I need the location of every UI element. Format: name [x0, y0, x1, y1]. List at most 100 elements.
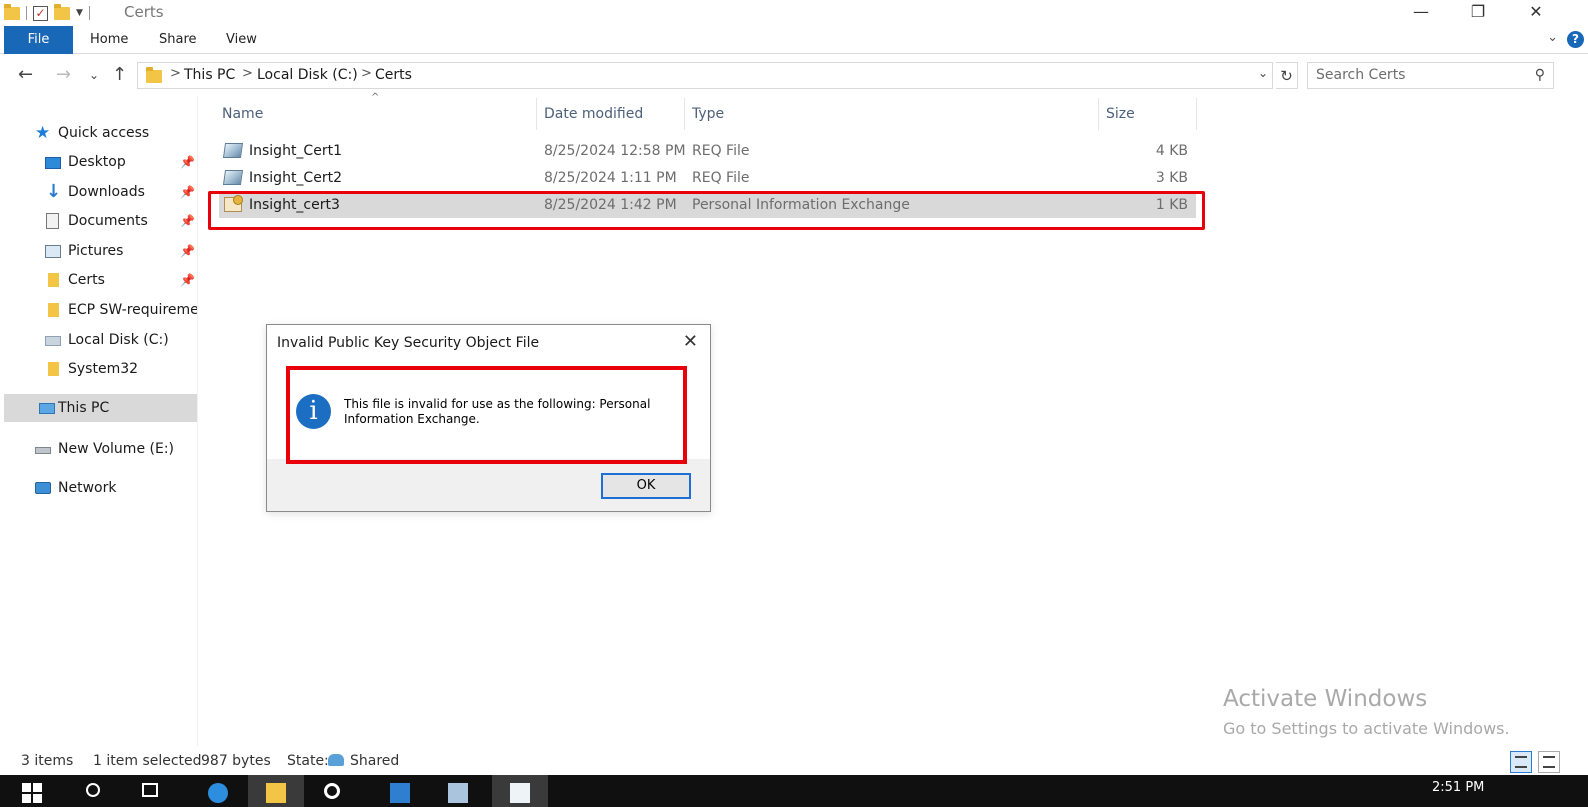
- sidebar-item-local-disk[interactable]: Local Disk (C:): [0, 326, 197, 354]
- star-icon: ★: [35, 123, 51, 143]
- column-divider[interactable]: [1196, 98, 1197, 130]
- breadcrumb-certs[interactable]: Certs: [375, 67, 412, 83]
- pictures-icon: [45, 245, 61, 258]
- pin-icon: 📌: [180, 185, 195, 199]
- computer-icon: [39, 403, 55, 414]
- search-icon[interactable]: ⚲: [1535, 67, 1545, 83]
- navigation-pane: ★ Quick access Desktop 📌 ↓ Downloads 📌 D…: [0, 96, 198, 746]
- file-size: 4 KB: [1155, 143, 1188, 159]
- sort-ascending-icon: ^: [371, 92, 380, 103]
- file-name: Insight_Cert1: [249, 143, 342, 159]
- breadcrumb-separator-icon[interactable]: >: [361, 66, 372, 81]
- search-box[interactable]: ⚲: [1307, 62, 1554, 89]
- properties-icon[interactable]: ✓: [33, 5, 48, 21]
- documents-icon: [46, 213, 59, 229]
- column-divider[interactable]: [684, 98, 685, 130]
- back-arrow-icon[interactable]: ←: [18, 64, 33, 85]
- recent-locations-chevron-icon[interactable]: ⌄: [89, 68, 99, 82]
- title-bar: ✓ ▼ Certs — ❐ ✕: [0, 0, 1588, 26]
- forward-arrow-icon[interactable]: →: [56, 64, 71, 85]
- close-icon[interactable]: ✕: [683, 331, 698, 352]
- file-row[interactable]: Insight_Cert2 8/25/2024 1:11 PM REQ File…: [219, 165, 1196, 191]
- breadcrumb-local-disk[interactable]: Local Disk (C:): [257, 67, 358, 83]
- folder-icon: [146, 67, 162, 83]
- task-view-button[interactable]: [124, 775, 180, 807]
- tab-file[interactable]: File: [4, 26, 73, 54]
- windows-logo-icon: [22, 783, 42, 803]
- sidebar-item-ecp-sw-requirements[interactable]: ECP SW-requiremer: [0, 296, 197, 324]
- sidebar-item-pictures[interactable]: Pictures 📌: [0, 237, 197, 265]
- column-header-type[interactable]: Type: [692, 98, 724, 130]
- sidebar-item-certs[interactable]: Certs 📌: [0, 266, 197, 294]
- file-explorer-button[interactable]: [248, 775, 304, 807]
- search-taskbar-button[interactable]: [68, 775, 124, 807]
- folder-icon: [48, 362, 59, 376]
- new-folder-icon[interactable]: [54, 3, 70, 20]
- sidebar-item-label: Network: [58, 480, 117, 496]
- details-view-button[interactable]: [1510, 751, 1532, 773]
- server-manager-icon: [390, 783, 410, 803]
- breadcrumb-separator-icon[interactable]: >: [242, 66, 253, 81]
- refresh-icon[interactable]: ↻: [1276, 62, 1298, 89]
- column-divider[interactable]: [536, 98, 537, 130]
- task-view-icon: [142, 783, 158, 797]
- column-header-name[interactable]: Name: [222, 98, 263, 130]
- address-dropdown-chevron-icon[interactable]: ⌄: [1258, 66, 1268, 80]
- sidebar-item-new-volume[interactable]: New Volume (E:): [0, 435, 197, 463]
- ribbon: File Home Share View ⌄ ?: [0, 26, 1588, 54]
- taskbar: 2:51 PM: [0, 775, 1588, 807]
- sidebar-item-documents[interactable]: Documents 📌: [0, 207, 197, 235]
- sidebar-item-label: New Volume (E:): [58, 441, 174, 457]
- sidebar-item-label: Certs: [68, 272, 105, 288]
- file-date: 8/25/2024 12:58 PM: [544, 143, 686, 159]
- start-button[interactable]: [4, 775, 60, 807]
- annotation-highlight-box: [208, 191, 1205, 230]
- settings-button[interactable]: [306, 775, 362, 807]
- file-size: 3 KB: [1155, 170, 1188, 186]
- search-input[interactable]: [1316, 63, 1526, 87]
- sidebar-item-desktop[interactable]: Desktop 📌: [0, 148, 197, 176]
- taskbar-clock[interactable]: 2:51 PM: [1432, 780, 1484, 795]
- close-button[interactable]: ✕: [1511, 0, 1561, 26]
- tab-view[interactable]: View: [226, 26, 257, 54]
- quick-access-toolbar: ✓ ▼: [4, 2, 90, 24]
- tab-share[interactable]: Share: [159, 26, 197, 54]
- sidebar-item-downloads[interactable]: ↓ Downloads 📌: [0, 178, 197, 206]
- help-button[interactable]: ?: [1567, 31, 1584, 48]
- tab-home[interactable]: Home: [90, 26, 128, 54]
- status-bar: 3 items 1 item selected 987 bytes State:…: [0, 750, 1588, 775]
- breadcrumb-separator-icon[interactable]: >: [170, 66, 181, 81]
- sidebar-item-quick-access[interactable]: ★ Quick access: [0, 119, 197, 147]
- folder-icon: [48, 303, 59, 317]
- download-icon: ↓: [46, 181, 62, 202]
- breadcrumb-this-pc[interactable]: This PC: [184, 67, 235, 83]
- folder-icon: [266, 783, 286, 803]
- certificate-manager-button[interactable]: [430, 775, 486, 807]
- server-manager-button[interactable]: [372, 775, 428, 807]
- file-row[interactable]: Insight_Cert1 8/25/2024 12:58 PM REQ Fil…: [219, 138, 1196, 164]
- column-divider[interactable]: [1098, 98, 1099, 130]
- customize-toolbar-chevron-icon[interactable]: ▼: [76, 8, 83, 18]
- item-count: 3 items: [21, 753, 74, 769]
- search-icon: [86, 783, 100, 797]
- column-header-size[interactable]: Size: [1106, 98, 1135, 130]
- expand-ribbon-chevron-icon[interactable]: ⌄: [1547, 30, 1558, 45]
- shared-icon: [325, 753, 347, 769]
- sidebar-item-this-pc[interactable]: This PC: [4, 394, 197, 422]
- column-header-date-modified[interactable]: Date modified: [544, 98, 643, 130]
- sidebar-item-system32[interactable]: System32: [0, 355, 197, 383]
- large-icons-view-button[interactable]: [1538, 751, 1560, 773]
- ok-button[interactable]: OK: [601, 473, 691, 499]
- minimize-button[interactable]: —: [1396, 0, 1446, 26]
- internet-explorer-button[interactable]: [190, 775, 246, 807]
- disk-icon: [45, 336, 61, 346]
- address-bar[interactable]: > This PC > Local Disk (C:) > Certs ⌄: [137, 62, 1273, 89]
- selection-count: 1 item selected: [93, 753, 202, 769]
- sidebar-item-network[interactable]: Network: [0, 474, 197, 502]
- notepad-button[interactable]: [492, 775, 548, 807]
- file-date: 8/25/2024 1:11 PM: [544, 170, 677, 186]
- maximize-button[interactable]: ❐: [1453, 0, 1503, 26]
- toolbar-divider: [88, 6, 90, 20]
- pin-icon: 📌: [180, 155, 195, 169]
- up-arrow-icon[interactable]: ↑: [112, 64, 127, 85]
